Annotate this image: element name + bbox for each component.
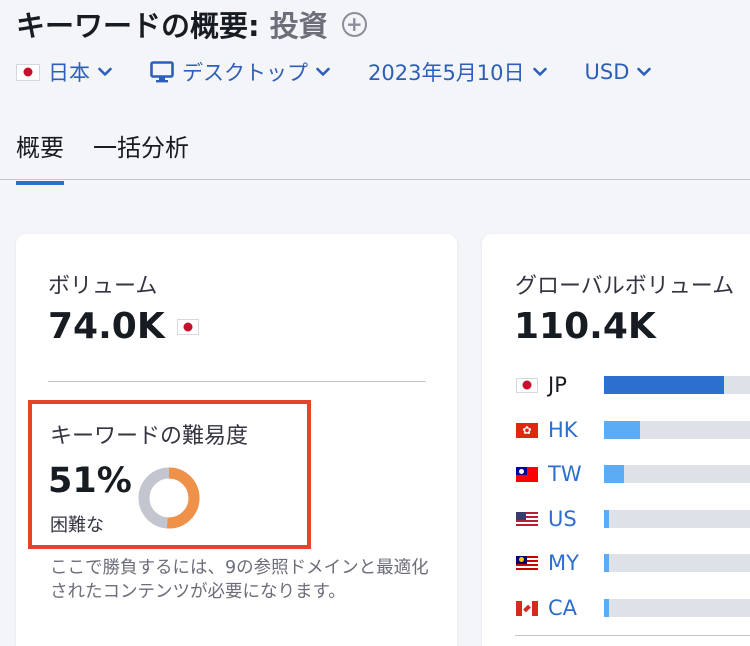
card-divider — [515, 635, 750, 636]
date-selector[interactable]: 2023年5月10日 — [368, 57, 547, 87]
volume-bar-my — [604, 554, 750, 572]
tab-overview[interactable]: 概要 — [16, 128, 64, 185]
title-row: キーワードの概要: 投資 + — [16, 4, 367, 44]
country-row-us[interactable]: US — [516, 504, 598, 534]
volume-bar-tw — [604, 465, 750, 483]
page-title: キーワードの概要: 投資 — [16, 3, 328, 45]
add-to-list-icon[interactable]: + — [341, 11, 367, 37]
country-code-hk[interactable]: HK — [548, 418, 598, 442]
japan-flag-icon — [16, 63, 40, 81]
malaysia-flag-icon — [516, 555, 538, 571]
country-code-my[interactable]: MY — [548, 551, 598, 575]
difficulty-value: 51% — [48, 461, 132, 501]
volume-value: 74.0K — [48, 306, 165, 347]
volume-bar-us — [604, 510, 750, 528]
country-code-us[interactable]: US — [548, 507, 598, 531]
tab-bar: 概要 一括分析 — [0, 120, 750, 185]
japan-flag-icon — [176, 318, 199, 335]
country-row-my[interactable]: MY — [516, 548, 598, 578]
japan-flag-icon — [516, 377, 538, 393]
volume-bar-fill-tw — [604, 465, 624, 483]
difficulty-description: ここで勝負するには、9の参照ドメインと最適化されたコンテンツが必要になります。 — [50, 558, 429, 602]
country-code-tw[interactable]: TW — [548, 462, 598, 486]
volume-bar-jp — [604, 376, 750, 394]
currency-label: USD — [584, 60, 630, 84]
global-volume-label: グローバルボリューム — [515, 274, 735, 299]
volume-label: ボリューム — [48, 274, 158, 299]
country-row-ca[interactable]: CA — [516, 593, 598, 623]
volume-bar-hk — [604, 421, 750, 439]
hong-kong-flag-icon — [516, 422, 538, 438]
database-label: 日本 — [48, 61, 90, 85]
country-row-hk[interactable]: HK — [516, 415, 598, 445]
country-code-jp: JP — [548, 373, 567, 397]
difficulty-label: キーワードの難易度 — [50, 424, 249, 449]
volume-value-row: 74.0K — [48, 306, 199, 347]
us-flag-icon — [516, 511, 538, 527]
date-label: 2023年5月10日 — [368, 61, 525, 85]
volume-bar-fill-jp — [604, 376, 724, 394]
country-row-jp: JP — [516, 370, 598, 400]
country-row-tw[interactable]: TW — [516, 459, 598, 489]
volume-bar-fill-hk — [604, 421, 640, 439]
chevron-down-icon — [98, 67, 112, 76]
taiwan-flag-icon — [516, 466, 538, 482]
global-volume-value: 110.4K — [514, 306, 656, 347]
card-divider — [48, 381, 426, 382]
device-label: デスクトップ — [182, 61, 308, 85]
volume-bar-ca — [604, 599, 750, 617]
canada-flag-icon — [516, 600, 538, 616]
currency-selector[interactable]: USD — [585, 60, 652, 84]
page-title-keyword: 投資 — [269, 9, 328, 43]
page-title-prefix: キーワードの概要: — [16, 9, 260, 43]
desktop-icon — [150, 61, 174, 83]
volume-bar-fill-ca — [604, 599, 609, 617]
device-selector[interactable]: デスクトップ — [150, 57, 330, 87]
tab-bulk-analysis[interactable]: 一括分析 — [93, 128, 189, 181]
chevron-down-icon — [637, 67, 652, 76]
chevron-down-icon — [316, 67, 330, 76]
chevron-down-icon — [532, 67, 547, 76]
filter-bar: 日本 デスクトップ 2023年5月10日 USD — [16, 56, 689, 88]
database-selector[interactable]: 日本 — [16, 57, 112, 87]
volume-bar-fill-us — [604, 510, 609, 528]
difficulty-donut-chart — [138, 467, 200, 529]
country-code-ca[interactable]: CA — [548, 596, 598, 620]
volume-bar-fill-my — [604, 554, 609, 572]
difficulty-rating: 困難な — [50, 515, 104, 536]
